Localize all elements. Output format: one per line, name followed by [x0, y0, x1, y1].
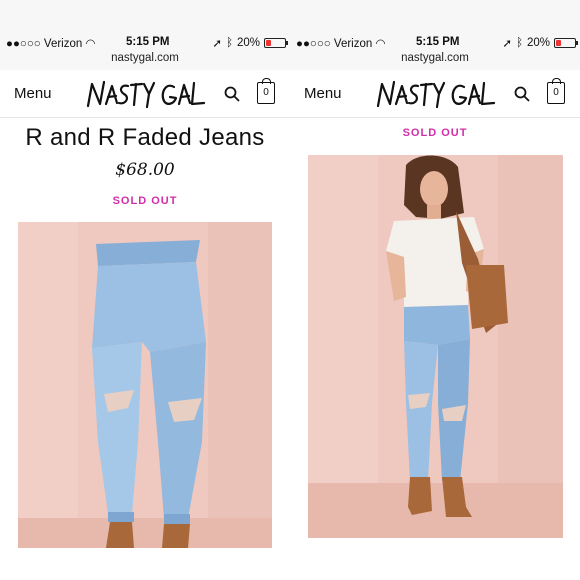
location-icon: ➚ — [212, 38, 223, 50]
search-icon[interactable] — [224, 86, 240, 102]
location-icon: ➚ — [502, 38, 513, 50]
search-icon[interactable] — [514, 86, 530, 102]
battery-percent: 20% — [236, 37, 260, 49]
status-bar: ●●○○○ Verizon ◠ 5:15 PM ➚ ᛒ 20% — [290, 0, 580, 50]
wifi-icon: ◠ — [375, 38, 386, 50]
bluetooth-icon: ᛒ — [226, 37, 233, 49]
nasty-gal-logo[interactable] — [374, 76, 498, 112]
clock: 5:15 PM — [416, 36, 460, 48]
address-bar[interactable]: nastygal.com — [290, 50, 580, 70]
product-image-model[interactable] — [308, 155, 563, 538]
left-screenshot: ●●○○○ Verizon ◠ 5:15 PM ➚ ᛒ 20% nastygal… — [0, 0, 290, 580]
menu-button[interactable]: Menu — [304, 85, 342, 102]
bluetooth-icon: ᛒ — [516, 37, 523, 49]
shopping-bag-icon[interactable]: 0 — [547, 78, 565, 104]
sold-out-label: SOLD OUT — [112, 195, 178, 207]
site-header: Menu 0 — [0, 70, 290, 118]
carrier-label: ●●○○○ Verizon ◠ — [6, 38, 96, 50]
battery-icon — [264, 38, 288, 48]
battery-icon — [554, 38, 578, 48]
shopping-bag-icon[interactable]: 0 — [257, 78, 275, 104]
address-bar[interactable]: nastygal.com — [0, 50, 290, 70]
right-screenshot: ●●○○○ Verizon ◠ 5:15 PM ➚ ᛒ 20% nastygal… — [290, 0, 580, 580]
battery-percent: 20% — [526, 37, 550, 49]
clock: 5:15 PM — [126, 36, 170, 48]
product-price: $68.00 — [115, 160, 175, 180]
status-right: ➚ ᛒ 20% — [212, 36, 288, 50]
product-image-jeans[interactable] — [18, 222, 272, 548]
carrier-label: ●●○○○ Verizon ◠ — [296, 38, 386, 50]
status-bar: ●●○○○ Verizon ◠ 5:15 PM ➚ ᛒ 20% — [0, 0, 290, 50]
nasty-gal-logo[interactable] — [84, 76, 208, 112]
sold-out-label: SOLD OUT — [402, 127, 468, 139]
wifi-icon: ◠ — [85, 38, 96, 50]
menu-button[interactable]: Menu — [14, 85, 52, 102]
status-right: ➚ ᛒ 20% — [502, 36, 578, 50]
site-header: Menu 0 — [290, 70, 580, 118]
product-title: R and R Faded Jeans — [25, 124, 265, 151]
